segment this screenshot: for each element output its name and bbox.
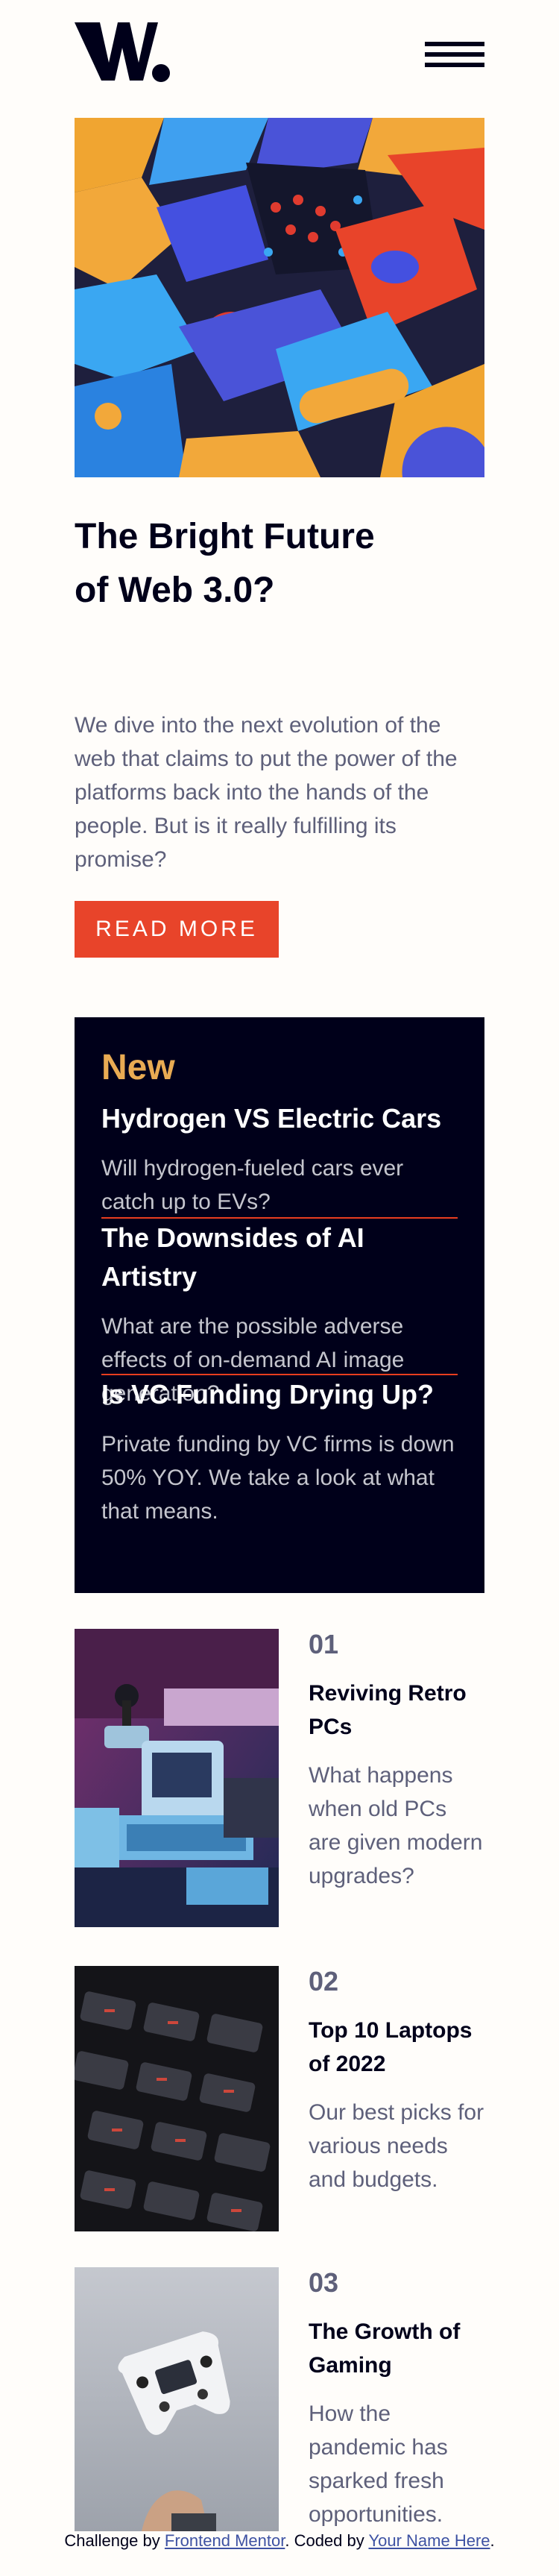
page: The Bright Future of Web 3.0? We dive in… [0,0,559,2576]
list-title[interactable]: Top 10 Laptops of 2022 [309,2014,484,2081]
attribution-prefix: Challenge by [64,2531,160,2550]
hamburger-line-icon [425,63,484,67]
retro-pc-image [75,1629,279,1927]
read-more-button[interactable]: READ MORE [75,901,279,958]
hamburger-line-icon [425,52,484,57]
list-number: 02 [309,1966,339,1997]
new-item-desc: Will hydrogen-fueled cars ever catch up … [101,1156,404,1214]
attribution: Challenge by Frontend Mentor. Coded by Y… [0,2531,559,2551]
attribution-suffix: . [490,2531,495,2550]
frontend-mentor-link[interactable]: Frontend Mentor [165,2531,285,2550]
list-desc: What happens when old PCs are given mode… [309,1763,483,1888]
laptop-keyboard-image [75,1966,279,2231]
game-controller-image [75,2267,279,2531]
attribution-middle: . Coded by [285,2531,364,2550]
author-link[interactable]: Your Name Here [368,2531,490,2550]
new-articles-panel: New Hydrogen VS Electric Cars Will hydro… [75,1017,484,1593]
header [75,19,484,87]
new-item: Is VC Funding Drying Up? Private funding… [101,1375,458,1528]
new-item-title[interactable]: Hydrogen VS Electric Cars [101,1099,458,1138]
list-desc: How the pandemic has sparked fresh oppor… [309,2401,448,2527]
list-title[interactable]: Reviving Retro PCs [309,1677,484,1744]
new-item: Hydrogen VS Electric Cars Will hydrogen-… [101,1099,458,1219]
list-item: 03 The Growth of Gaming How the pandemic… [75,2267,484,2531]
new-item-title[interactable]: Is VC Funding Drying Up? [101,1375,458,1414]
hamburger-line-icon [425,42,484,46]
hero-title: The Bright Future of Web 3.0? [75,517,375,610]
new-heading: New [101,1048,175,1087]
hero-image [75,118,484,477]
hero-description: We dive into the next evolution of the w… [75,713,458,872]
list-number: 01 [309,1629,339,1659]
menu-button[interactable] [425,42,484,69]
list-title[interactable]: The Growth of Gaming [309,2315,484,2382]
list-item: 02 Top 10 Laptops of 2022 Our best picks… [75,1966,484,2231]
new-item-desc: Private funding by VC firms is down 50% … [101,1432,455,1524]
logo-icon[interactable] [75,19,171,84]
new-item-title[interactable]: The Downsides of AI Artistry [101,1219,458,1296]
list-desc: Our best picks for various needs and bud… [309,2100,484,2192]
list-item: 01 Reviving Retro PCs What happens when … [75,1629,484,1927]
list-number: 03 [309,2267,339,2298]
